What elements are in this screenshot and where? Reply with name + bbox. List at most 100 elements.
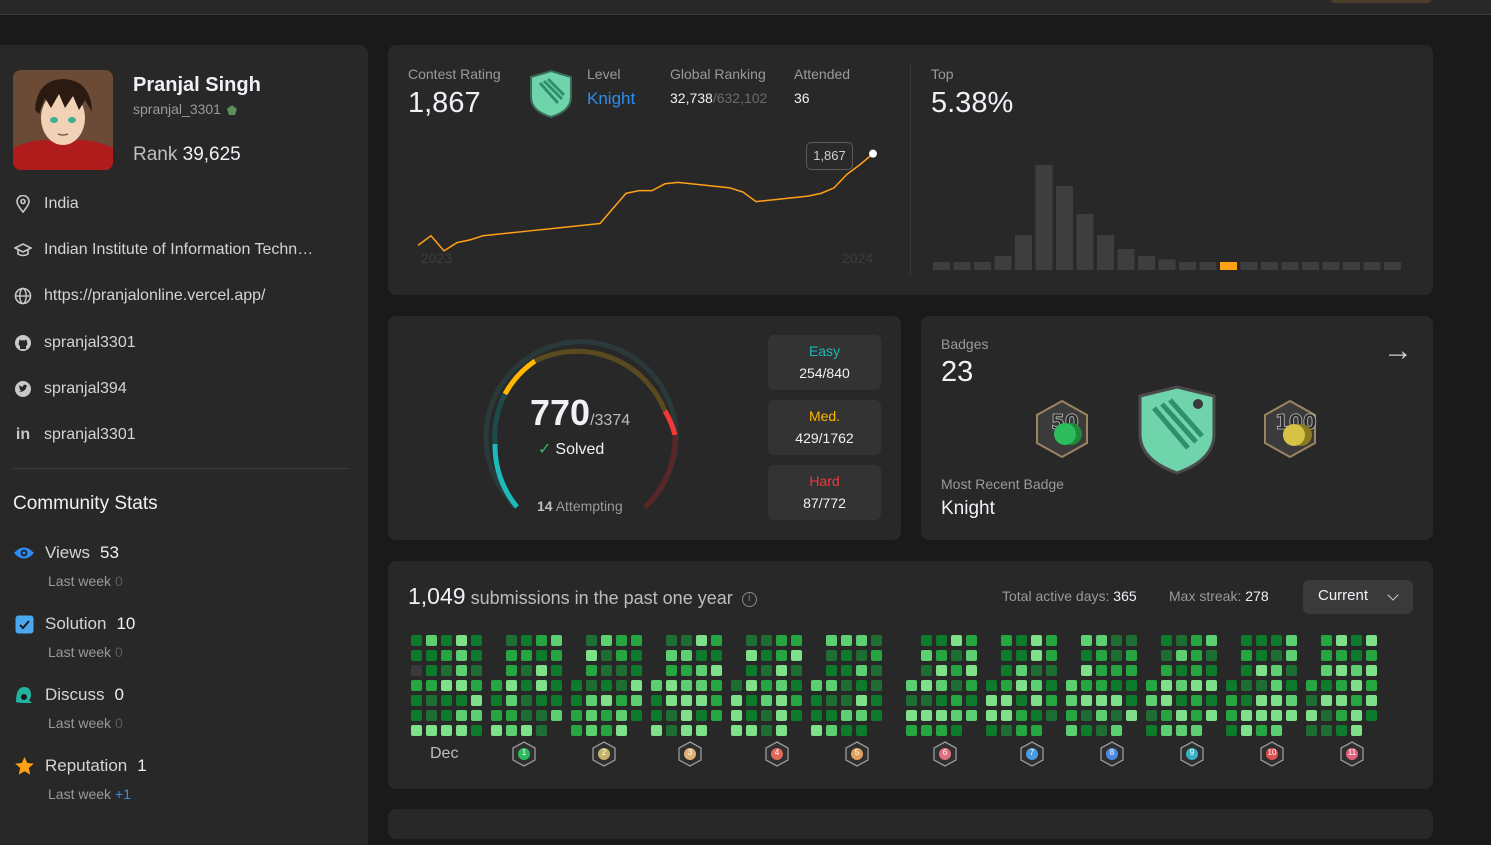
heatmap-day-cell[interactable] <box>856 635 867 646</box>
heatmap-day-cell[interactable] <box>841 725 852 736</box>
heatmap-day-cell[interactable] <box>1146 710 1157 721</box>
heatmap-day-cell[interactable] <box>1066 680 1077 691</box>
heatmap-day-cell[interactable] <box>1191 725 1202 736</box>
heatmap-day-cell[interactable] <box>571 710 582 721</box>
histogram-bar[interactable] <box>1322 262 1340 270</box>
heatmap-day-cell[interactable] <box>966 695 977 706</box>
heatmap-day-cell[interactable] <box>1016 650 1027 661</box>
heatmap-day-cell[interactable] <box>506 695 517 706</box>
heatmap-day-cell[interactable] <box>921 710 932 721</box>
heatmap-day-cell[interactable] <box>791 635 802 646</box>
heatmap-day-cell[interactable] <box>1176 710 1187 721</box>
heatmap-day-cell[interactable] <box>586 650 597 661</box>
heatmap-day-cell[interactable] <box>536 680 547 691</box>
histogram-bar[interactable] <box>1179 262 1196 270</box>
monthly-badge-icon[interactable]: 10 <box>1260 741 1284 767</box>
heatmap-day-cell[interactable] <box>761 680 772 691</box>
heatmap-day-cell[interactable] <box>731 725 742 736</box>
heatmap-day-cell[interactable] <box>521 710 532 721</box>
heatmap-day-cell[interactable] <box>681 665 692 676</box>
heatmap-day-cell[interactable] <box>681 635 692 646</box>
histogram-bar[interactable] <box>1158 259 1176 271</box>
twitter-row[interactable]: spranjal394 <box>13 377 343 401</box>
heatmap-day-cell[interactable] <box>536 710 547 721</box>
heatmap-day-cell[interactable] <box>966 635 977 646</box>
heatmap-day-cell[interactable] <box>1256 695 1267 706</box>
heatmap-day-cell[interactable] <box>586 665 597 676</box>
heatmap-day-cell[interactable] <box>1336 695 1347 706</box>
heatmap-day-cell[interactable] <box>1046 650 1057 661</box>
heatmap-day-cell[interactable] <box>1306 680 1317 691</box>
monthly-badge-icon[interactable]: 9 <box>1180 741 1204 767</box>
heatmap-day-cell[interactable] <box>826 710 837 721</box>
heatmap-day-cell[interactable] <box>521 635 532 646</box>
heatmap-day-cell[interactable] <box>1146 725 1157 736</box>
heatmap-day-cell[interactable] <box>1206 635 1217 646</box>
heatmap-day-cell[interactable] <box>1001 650 1012 661</box>
heatmap-day-cell[interactable] <box>1351 680 1362 691</box>
heatmap-day-cell[interactable] <box>1256 635 1267 646</box>
heatmap-day-cell[interactable] <box>426 665 437 676</box>
heatmap-day-cell[interactable] <box>586 710 597 721</box>
heatmap-day-cell[interactable] <box>1321 710 1332 721</box>
heatmap-day-cell[interactable] <box>426 695 437 706</box>
heatmap-day-cell[interactable] <box>521 680 532 691</box>
heatmap-day-cell[interactable] <box>1336 665 1347 676</box>
heatmap-day-cell[interactable] <box>1241 710 1252 721</box>
histogram-bar[interactable] <box>1240 262 1258 270</box>
heatmap-day-cell[interactable] <box>696 665 707 676</box>
heatmap-day-cell[interactable] <box>1226 695 1237 706</box>
heatmap-day-cell[interactable] <box>536 665 547 676</box>
100-days-badge-icon[interactable]: 100 <box>1261 399 1319 464</box>
heatmap-day-cell[interactable] <box>906 680 917 691</box>
heatmap-day-cell[interactable] <box>856 680 867 691</box>
heatmap-day-cell[interactable] <box>1321 635 1332 646</box>
heatmap-day-cell[interactable] <box>681 695 692 706</box>
heatmap-day-cell[interactable] <box>1366 710 1377 721</box>
knight-badge-large-icon[interactable] <box>1136 384 1218 481</box>
monthly-badge-icon[interactable]: 7 <box>1020 741 1044 767</box>
heatmap-day-cell[interactable] <box>791 680 802 691</box>
heatmap-day-cell[interactable] <box>1206 710 1217 721</box>
heatmap-day-cell[interactable] <box>791 665 802 676</box>
heatmap-day-cell[interactable] <box>1161 680 1172 691</box>
heatmap-day-cell[interactable] <box>681 710 692 721</box>
heatmap-day-cell[interactable] <box>1126 710 1137 721</box>
heatmap-day-cell[interactable] <box>1321 725 1332 736</box>
heatmap-day-cell[interactable] <box>871 665 882 676</box>
heatmap-day-cell[interactable] <box>951 635 962 646</box>
heatmap-day-cell[interactable] <box>761 710 772 721</box>
heatmap-day-cell[interactable] <box>1161 650 1172 661</box>
rating-distribution-histogram[interactable] <box>933 155 1413 270</box>
heatmap-day-cell[interactable] <box>601 680 612 691</box>
heatmap-day-cell[interactable] <box>871 680 882 691</box>
heatmap-day-cell[interactable] <box>1016 665 1027 676</box>
heatmap-day-cell[interactable] <box>681 650 692 661</box>
heatmap-day-cell[interactable] <box>776 665 787 676</box>
heatmap-day-cell[interactable] <box>426 710 437 721</box>
heatmap-day-cell[interactable] <box>456 650 467 661</box>
heatmap-day-cell[interactable] <box>1016 710 1027 721</box>
heatmap-day-cell[interactable] <box>601 635 612 646</box>
level-value[interactable]: Knight <box>587 89 635 109</box>
monthly-badge-icon[interactable]: 11 <box>1340 741 1364 767</box>
heatmap-day-cell[interactable] <box>441 725 452 736</box>
heatmap-day-cell[interactable] <box>1366 680 1377 691</box>
heatmap-day-cell[interactable] <box>1096 710 1107 721</box>
heatmap-day-cell[interactable] <box>666 680 677 691</box>
heatmap-day-cell[interactable] <box>1241 635 1252 646</box>
heatmap-day-cell[interactable] <box>936 665 947 676</box>
heatmap-day-cell[interactable] <box>746 635 757 646</box>
heatmap-day-cell[interactable] <box>651 695 662 706</box>
histogram-bar[interactable] <box>1035 165 1053 270</box>
histogram-bar[interactable] <box>1056 186 1073 270</box>
heatmap-day-cell[interactable] <box>776 635 787 646</box>
histogram-bar[interactable] <box>1015 235 1032 270</box>
heatmap-day-cell[interactable] <box>551 680 562 691</box>
heatmap-day-cell[interactable] <box>1271 725 1282 736</box>
heatmap-day-cell[interactable] <box>426 725 437 736</box>
heatmap-day-cell[interactable] <box>1001 665 1012 676</box>
heatmap-day-cell[interactable] <box>441 695 452 706</box>
histogram-bar[interactable] <box>1138 256 1155 270</box>
heatmap-day-cell[interactable] <box>1321 650 1332 661</box>
